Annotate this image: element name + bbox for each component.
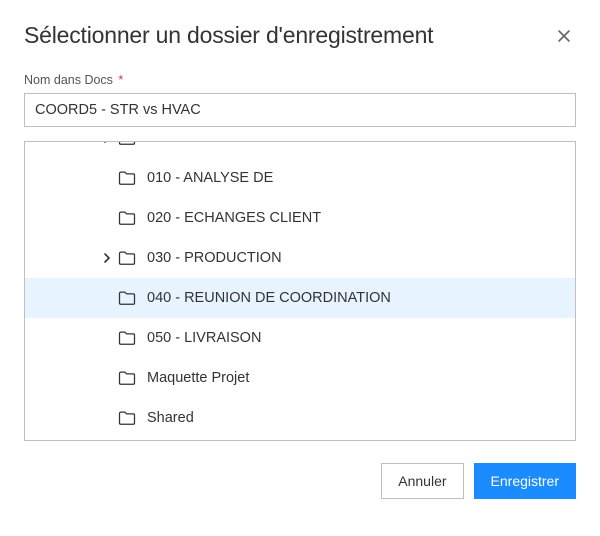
folder-row[interactable]: 050 - LIVRAISON [25,318,575,358]
folder-icon [117,142,137,148]
folder-icon [117,248,137,268]
name-field: Nom dans Docs * [24,73,576,141]
folder-row[interactable]: 040 - REUNION DE COORDINATION [25,278,575,318]
folder-row[interactable]: 030 - PRODUCTION [25,238,575,278]
folder-label: 040 - REUNION DE COORDINATION [147,290,391,306]
folder-row[interactable]: 000 - DONNEES D ENTREES [25,142,575,158]
folder-icon [117,208,137,228]
folder-label: Shared [147,410,194,426]
required-indicator: * [118,73,123,87]
folder-label: 050 - LIVRAISON [147,330,261,346]
folder-label: 010 - ANALYSE DE [147,170,273,186]
name-input[interactable] [24,93,576,127]
name-label-text: Nom dans Docs [24,73,113,87]
folder-icon [117,168,137,188]
folder-tree: 000 - DONNEES D ENTREES 010 - ANALYSE DE 0… [24,141,576,441]
dialog-footer: Annuler Enregistrer [24,463,576,499]
folder-row[interactable]: 010 - ANALYSE DE [25,158,575,198]
save-folder-dialog: Sélectionner un dossier d'enregistrement… [0,0,600,536]
folder-row[interactable]: Shared [25,398,575,438]
folder-icon [117,368,137,388]
folder-icon [117,288,137,308]
folder-label: 030 - PRODUCTION [147,250,282,266]
folder-tree-scroll[interactable]: 000 - DONNEES D ENTREES 010 - ANALYSE DE 0… [25,142,575,440]
close-button[interactable] [552,24,576,48]
folder-row[interactable]: Maquette Projet [25,358,575,398]
save-button[interactable]: Enregistrer [474,463,576,499]
cancel-button[interactable]: Annuler [381,463,463,499]
chevron-right-icon[interactable] [97,142,117,144]
folder-icon [117,328,137,348]
folder-label: Maquette Projet [147,370,249,386]
folder-label: 020 - ECHANGES CLIENT [147,210,321,226]
folder-label: 000 - DONNEES D ENTREES [147,142,343,146]
dialog-header: Sélectionner un dossier d'enregistrement [24,22,576,49]
name-field-label: Nom dans Docs * [24,73,576,87]
chevron-right-icon[interactable] [97,252,117,264]
dialog-title: Sélectionner un dossier d'enregistrement [24,22,433,49]
folder-row[interactable]: 020 - ECHANGES CLIENT [25,198,575,238]
folder-icon [117,408,137,428]
close-icon [556,28,572,44]
